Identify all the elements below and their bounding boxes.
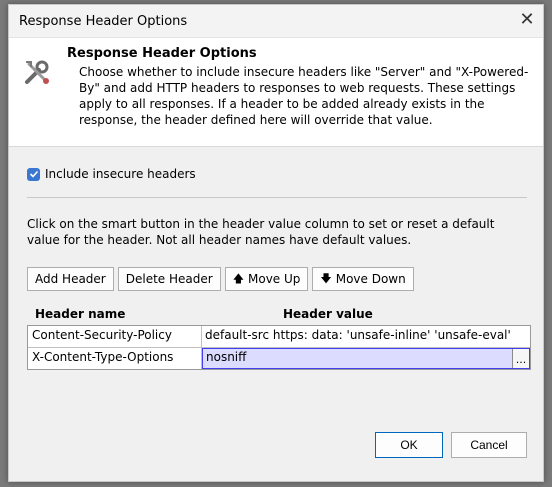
header-value-text: nosniff (206, 350, 247, 364)
include-insecure-label: Include insecure headers (45, 167, 196, 181)
tools-icon (25, 60, 49, 84)
header-panel-title: Response Header Options (67, 46, 257, 61)
include-insecure-checkbox[interactable] (27, 167, 40, 181)
column-header-name[interactable]: Header name (35, 307, 125, 321)
move-down-button[interactable]: 🡇 Move Down (312, 267, 414, 291)
delete-header-button[interactable]: Delete Header (117, 267, 221, 291)
header-name-cell[interactable]: X-Content-Type-Options (28, 348, 202, 369)
arrow-down-icon: 🡇 (320, 271, 332, 285)
add-header-button[interactable]: Add Header (27, 267, 114, 291)
divider (27, 197, 527, 198)
header-panel-description: Choose whether to include insecure heade… (79, 65, 529, 127)
header-value-cell[interactable]: default-src https: data: 'unsafe-inline'… (202, 326, 530, 347)
instructions-text: Click on the smart button in the header … (27, 217, 495, 247)
arrow-up-icon: 🡅 (232, 271, 244, 285)
title-bar[interactable]: Response Header Options ✕ (9, 5, 543, 37)
move-up-button[interactable]: 🡅 Move Up (224, 267, 309, 291)
cancel-button[interactable]: Cancel (451, 432, 527, 458)
header-name-cell[interactable]: Content-Security-Policy (28, 326, 202, 347)
dialog-window: Response Header Options ✕ Response Heade… (8, 4, 544, 482)
column-header-value[interactable]: Header value (283, 307, 373, 321)
ok-button[interactable]: OK (375, 432, 443, 458)
window-title: Response Header Options (19, 14, 188, 29)
close-icon[interactable]: ✕ (515, 9, 539, 33)
header-toolbar: Add Header Delete Header 🡅 Move Up 🡇 Move … (27, 267, 414, 291)
table-row[interactable]: X-Content-Type-Options nosniff ... (28, 348, 530, 369)
headers-grid: Content-Security-Policy default-src http… (27, 325, 531, 370)
smart-button[interactable]: ... (512, 349, 529, 368)
header-panel: Response Header Options Choose whether t… (9, 37, 543, 147)
header-value-editor[interactable]: nosniff ... (202, 348, 530, 369)
include-insecure-row[interactable]: Include insecure headers (27, 167, 196, 181)
checkmark-icon (29, 170, 38, 178)
table-row[interactable]: Content-Security-Policy default-src http… (28, 326, 530, 348)
